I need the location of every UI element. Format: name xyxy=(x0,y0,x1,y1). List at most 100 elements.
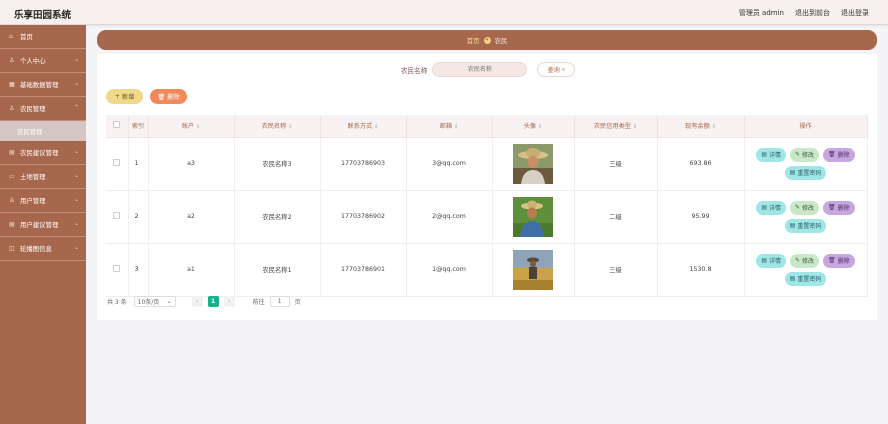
sidebar-item-carousel[interactable]: ◫ 轮播图信息 ⌄ xyxy=(0,237,86,261)
sidebar-item-land[interactable]: ▭ 土地管理 ⌄ xyxy=(0,165,86,189)
edit-button[interactable]: ✎ 修改 xyxy=(790,200,820,215)
header-phone[interactable]: 联系方式 ⇕ xyxy=(320,115,407,138)
cell-name: 农民名称3 xyxy=(234,137,321,191)
app-title: 乐享田园系统 xyxy=(14,10,72,21)
sidebar-item-users[interactable]: ♙ 用户管理 ⌄ xyxy=(0,189,86,213)
row-checkbox[interactable] xyxy=(113,159,121,166)
next-page-button[interactable]: › xyxy=(223,296,235,307)
front-link[interactable]: 退出到前台 xyxy=(795,8,830,18)
select-all-checkbox[interactable] xyxy=(113,121,121,129)
delete-label: 删除 xyxy=(837,258,850,265)
edit-label: 修改 xyxy=(802,152,815,159)
sidebar-item-label: 轮播图信息 xyxy=(20,245,52,253)
sort-icon[interactable]: ⇕ xyxy=(196,124,200,130)
select-all-header[interactable] xyxy=(106,115,129,138)
sidebar-subitem-farmers[interactable]: 农民管理 xyxy=(0,121,86,141)
query-button[interactable]: 查询 ⌕ xyxy=(537,62,576,77)
header-balance[interactable]: 现有余额 ⇕ xyxy=(657,115,745,138)
reset-password-button[interactable]: ▤ 重置密码 xyxy=(784,165,827,180)
breadcrumb-home[interactable]: 首页 xyxy=(467,36,480,45)
sidebar-item-profile[interactable]: ♙ 个人中心 ⌄ xyxy=(0,49,86,73)
detail-button[interactable]: ▤ 详情 xyxy=(756,147,786,162)
header-name[interactable]: 农民名称 ⇕ xyxy=(234,115,321,138)
key-icon: ▤ xyxy=(789,275,796,282)
header-name-label: 农民名称 xyxy=(261,123,287,131)
edit-icon: ✎ xyxy=(795,151,801,158)
edit-button[interactable]: ✎ 修改 xyxy=(790,147,820,162)
breadcrumb-current: 农民 xyxy=(494,36,508,45)
reset-password-button[interactable]: ▤ 重置密码 xyxy=(784,271,827,286)
sort-icon[interactable]: ⇕ xyxy=(454,124,458,130)
row-select[interactable] xyxy=(106,190,129,244)
trash-icon: 🗑 xyxy=(828,257,836,264)
feedback-icon: ▤ xyxy=(9,221,15,228)
delete-button-label: 删除 xyxy=(167,94,180,101)
cell-balance: 95.99 xyxy=(657,190,745,244)
header-email-label: 邮箱 xyxy=(439,123,453,131)
key-icon: ▤ xyxy=(789,169,796,176)
header-account[interactable]: 账户 ⇕ xyxy=(148,115,235,138)
sidebar-item-home[interactable]: ⌂ 首页 xyxy=(0,25,86,49)
avatar[interactable] xyxy=(513,143,553,184)
farmer-icon: ♙ xyxy=(9,105,15,112)
edit-icon: ✎ xyxy=(795,257,801,264)
cell-ops: ▤ 详情 ✎ 修改 🗑 删除 ▤ 重置密码 xyxy=(744,190,868,244)
row-select[interactable] xyxy=(106,137,129,191)
edit-button[interactable]: ✎ 修改 xyxy=(790,253,820,268)
header-phone-label: 联系方式 xyxy=(347,123,373,131)
sidebar-item-label: 首页 xyxy=(20,33,33,41)
sort-icon[interactable]: ⇕ xyxy=(633,124,637,130)
sidebar-item-farmer-suggestions[interactable]: ▤ 农民建议管理 ⌄ xyxy=(0,141,86,165)
cell-balance: 1530.8 xyxy=(657,243,745,297)
sort-icon[interactable]: ⇕ xyxy=(538,124,542,130)
row-delete-button[interactable]: 🗑 删除 xyxy=(823,200,855,215)
edit-label: 修改 xyxy=(802,205,815,212)
user-icon: ♙ xyxy=(9,57,15,64)
toolbar: + 新增 🗑 删除 xyxy=(106,89,187,104)
search-label: 农民名称 xyxy=(401,66,428,75)
sidebar-item-label: 土地管理 xyxy=(20,173,46,181)
avatar[interactable] xyxy=(513,196,553,237)
detail-button[interactable]: ▤ 详情 xyxy=(756,200,786,215)
cell-phone: 17703786901 xyxy=(320,243,407,297)
sidebar-item-basic-data[interactable]: ▦ 基础数据管理 ⌄ xyxy=(0,73,86,97)
row-select[interactable] xyxy=(106,243,129,297)
cell-name: 农民名称1 xyxy=(234,243,321,297)
row-checkbox[interactable] xyxy=(113,212,121,219)
prev-page-button[interactable]: ‹ xyxy=(191,296,203,307)
row-delete-button[interactable]: 🗑 删除 xyxy=(823,253,855,268)
trash-icon: 🗑 xyxy=(157,93,166,101)
cell-credit: 三级 xyxy=(574,243,658,297)
detail-button[interactable]: ▤ 详情 xyxy=(756,253,786,268)
delete-button[interactable]: 🗑 删除 xyxy=(150,89,187,104)
goto-label: 前往 xyxy=(252,299,265,306)
header-credit[interactable]: 农民信用类型 ⇕ xyxy=(574,115,658,138)
top-bar: 乐享田园系统 管理员 admin 退出到前台 退出登录 xyxy=(0,0,888,25)
page-size-select[interactable]: 10条/页 ⌄ xyxy=(133,296,176,307)
page-button-current[interactable]: 1 xyxy=(207,296,219,307)
sidebar-item-farmers[interactable]: ♙ 农民管理 ⌃ xyxy=(0,97,86,121)
trash-icon: 🗑 xyxy=(828,204,836,211)
cell-index: 1 xyxy=(128,137,149,191)
reset-password-button[interactable]: ▤ 重置密码 xyxy=(784,218,827,233)
pagination: 共 3 条 10条/页 ⌄ ‹ 1 › 前往 1 页 xyxy=(107,296,301,307)
sort-icon[interactable]: ⇕ xyxy=(374,124,378,130)
logout-link[interactable]: 退出登录 xyxy=(841,8,869,18)
search-form: 农民名称 查询 ⌕ xyxy=(401,62,576,77)
search-input[interactable] xyxy=(432,62,528,77)
key-icon: ▤ xyxy=(789,222,796,229)
sort-icon[interactable]: ⇕ xyxy=(288,124,292,130)
header-email[interactable]: 邮箱 ⇕ xyxy=(406,115,493,138)
header-avatar[interactable]: 头像 ⇕ xyxy=(492,115,575,138)
sort-icon[interactable]: ⇕ xyxy=(712,124,716,130)
goto-page-input[interactable]: 1 xyxy=(269,296,290,307)
row-delete-button[interactable]: 🗑 删除 xyxy=(823,147,855,162)
cell-avatar xyxy=(492,243,575,297)
row-checkbox[interactable] xyxy=(113,265,121,272)
goto-suffix: 页 xyxy=(294,299,301,306)
add-button[interactable]: + 新增 xyxy=(106,89,143,104)
header-credit-label: 农民信用类型 xyxy=(593,123,631,131)
sidebar-item-user-suggestions[interactable]: ▤ 用户建议管理 ⌄ xyxy=(0,213,86,237)
avatar[interactable] xyxy=(513,249,553,290)
farmer-photo-icon xyxy=(513,249,553,290)
